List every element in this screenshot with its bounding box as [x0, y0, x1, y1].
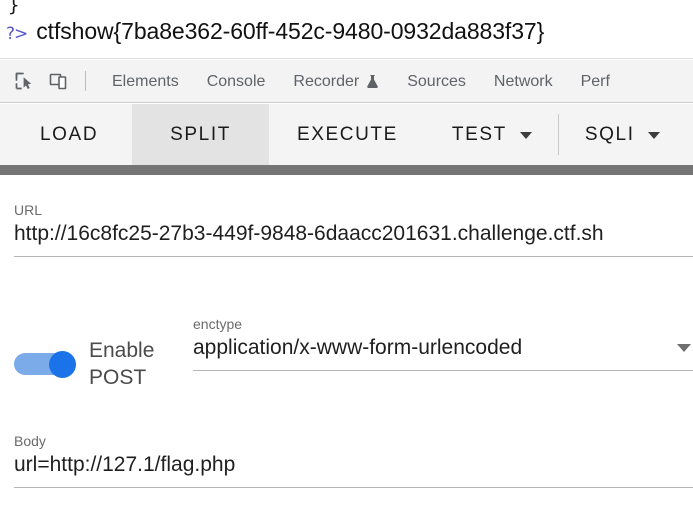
url-field-group: URL http://16c8fc25-27b3-449f-9848-6daac… — [14, 201, 693, 257]
action-tab-execute[interactable]: EXECUTE — [269, 104, 426, 165]
experiment-flask-icon — [366, 74, 379, 89]
action-tab-sqli[interactable]: SQLI — [559, 104, 686, 165]
url-input[interactable]: http://16c8fc25-27b3-449f-9848-6daacc201… — [14, 219, 693, 249]
enable-post-toggle-group[interactable]: Enable POST — [14, 315, 173, 391]
devtools-tab-elements[interactable]: Elements — [98, 60, 193, 102]
action-tab-label: TEST — [451, 123, 507, 145]
console-flag-output[interactable]: ctfshow{7ba8e362-60ff-452c-9480-0932da88… — [36, 18, 544, 45]
action-tab-label: SPLIT — [170, 123, 231, 145]
inspect-element-icon[interactable] — [7, 66, 41, 96]
body-field-group: Body url=http://127.1/flag.php — [14, 432, 693, 488]
console-previous-line: } — [8, 0, 20, 16]
chevron-down-icon[interactable] — [519, 132, 532, 139]
action-tab-label: LOAD — [40, 123, 99, 145]
enctype-field-group: enctype application/x-www-form-urlencode… — [193, 315, 693, 371]
enable-post-label: Enable POST — [89, 339, 155, 389]
devtools-tab-sources[interactable]: Sources — [393, 60, 480, 102]
url-field-label: URL — [14, 202, 43, 218]
devtools-tab-label: Network — [493, 72, 553, 90]
switch-knob[interactable] — [49, 351, 76, 378]
enctype-selected-value: application/x-www-form-urlencoded — [193, 336, 523, 359]
url-input-underline — [14, 256, 693, 257]
enctype-select[interactable]: application/x-www-form-urlencoded — [193, 333, 693, 363]
body-input[interactable]: url=http://127.1/flag.php — [14, 450, 693, 480]
action-tab-test[interactable]: TEST — [426, 104, 558, 165]
enctype-select-underline — [193, 370, 693, 371]
post-settings-row: Enable POST enctype application/x-www-fo… — [14, 315, 693, 391]
php-prompt-icon: ?> — [6, 24, 28, 44]
devtools-tab-label: Recorder — [293, 72, 360, 90]
console-result-row: ?> ctfshow{7ba8e362-60ff-452c-9480-0932d… — [6, 18, 544, 45]
chevron-down-icon[interactable] — [677, 344, 691, 352]
action-tab-bar: LOAD SPLIT EXECUTE TEST SQLI — [0, 104, 693, 165]
device-toolbar-icon[interactable] — [41, 66, 75, 96]
devtools-tab-strip: Elements Console Recorder Sources Networ… — [0, 60, 693, 103]
action-tab-label: SQLI — [584, 123, 635, 145]
chevron-down-icon[interactable] — [647, 132, 660, 139]
devtools-tab-label: Sources — [407, 72, 466, 90]
devtools-tab-recorder[interactable]: Recorder — [279, 60, 393, 102]
toolbar-divider — [85, 71, 86, 91]
devtools-tab-console[interactable]: Console — [193, 60, 280, 102]
enable-post-switch[interactable] — [14, 351, 76, 378]
devtools-tab-label: Elements — [112, 72, 179, 90]
body-input-underline — [14, 487, 693, 488]
devtools-tab-label: Perf — [580, 72, 610, 90]
action-tab-load[interactable]: LOAD — [0, 104, 132, 165]
enctype-field-label: enctype — [193, 316, 243, 332]
console-output-pane[interactable]: } ?> ctfshow{7ba8e362-60ff-452c-9480-093… — [0, 0, 693, 59]
devtools-tab-label: Console — [206, 72, 266, 90]
action-tab-label: EXECUTE — [296, 123, 398, 145]
devtools-tab-performance[interactable]: Perf — [567, 60, 624, 102]
extension-panel-window: } ?> ctfshow{7ba8e362-60ff-452c-9480-093… — [0, 0, 693, 506]
request-form: URL http://16c8fc25-27b3-449f-9848-6daac… — [0, 175, 693, 506]
action-tab-split[interactable]: SPLIT — [132, 104, 269, 165]
body-field-label: Body — [14, 433, 46, 449]
section-divider — [0, 165, 693, 175]
devtools-tab-network[interactable]: Network — [480, 60, 567, 102]
